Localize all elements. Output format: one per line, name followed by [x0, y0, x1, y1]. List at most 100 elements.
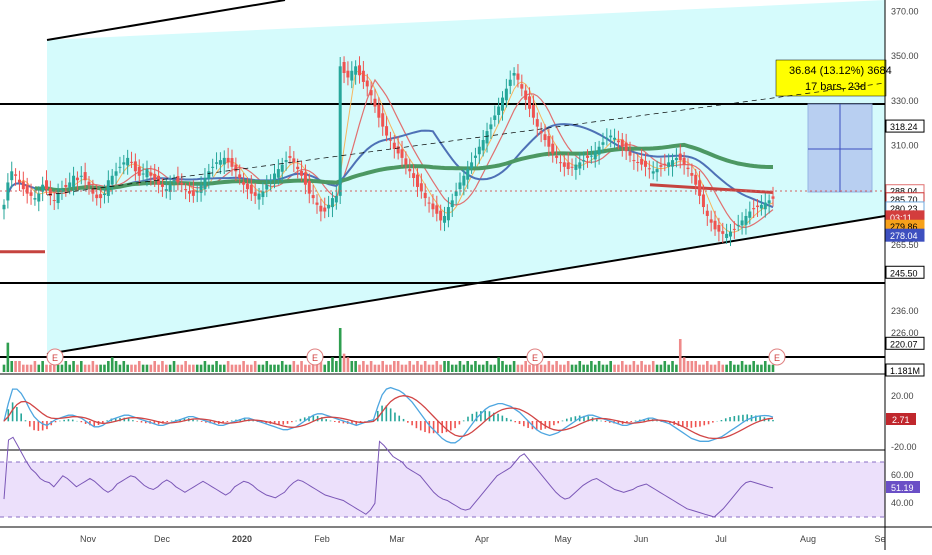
macd-histogram-bar [463, 420, 465, 421]
candle-body [574, 165, 577, 170]
volume-bar [563, 365, 566, 372]
volume-bar [764, 361, 767, 372]
volume-bar [80, 361, 83, 372]
candle-body [462, 176, 465, 186]
candle-body [702, 194, 705, 207]
volume-bar [660, 365, 663, 372]
candle-body [130, 162, 133, 163]
candle-body [389, 140, 392, 141]
macd-histogram-bar [252, 421, 254, 422]
volume-bar [57, 365, 60, 372]
candle-body [648, 168, 651, 169]
volume-bar [447, 361, 450, 372]
volume-bar [586, 365, 589, 372]
volume-bar [293, 361, 296, 372]
candle-body [84, 172, 87, 180]
volume-bar [524, 361, 527, 372]
candle-body [617, 140, 620, 142]
time-tick-label: Se [874, 534, 885, 544]
rsi-value-text: 51.19 [891, 483, 914, 493]
candle-body [656, 169, 659, 172]
candle-body [397, 146, 400, 153]
candle-body [551, 144, 554, 154]
macd-histogram-bar [300, 419, 302, 421]
volume-bar [640, 361, 643, 372]
candle-body [343, 62, 346, 73]
volume-bar [648, 365, 651, 372]
volume-bar [242, 361, 245, 372]
volume-bar [115, 361, 118, 372]
candle-body [68, 182, 71, 187]
time-tick-label: Jun [634, 534, 649, 544]
candle-body [447, 207, 450, 220]
macd-histogram-bar [703, 421, 705, 425]
time-tick-label: Aug [800, 534, 816, 544]
volume-bar [211, 365, 214, 372]
volume-bar [250, 365, 253, 372]
macd-histogram-bar [510, 420, 512, 422]
candle-body [246, 184, 249, 189]
candle-body [613, 138, 616, 140]
candle-body [95, 195, 98, 199]
volume-bar [482, 365, 485, 372]
macd-histogram-bar [734, 416, 736, 421]
candle-body [207, 171, 210, 179]
volume-bar [408, 361, 411, 372]
volume-bar [663, 361, 666, 372]
macd-histogram-bar [699, 421, 701, 427]
volume-bar [130, 365, 133, 372]
volume-bar [258, 365, 261, 372]
macd-histogram-bar [562, 421, 564, 422]
candle-body [327, 205, 330, 209]
macd-histogram-bar [42, 421, 44, 430]
candle-body [435, 205, 438, 213]
volume-bar [92, 361, 95, 372]
volume-bar [470, 365, 473, 372]
candle-body [254, 192, 257, 196]
volume-bar [555, 361, 558, 372]
candle-body [694, 175, 697, 185]
volume-bar [350, 361, 353, 372]
volume-bar [443, 361, 446, 372]
candle-body [644, 161, 647, 167]
macd-histogram-bar [407, 421, 409, 423]
macd-histogram-bar [136, 421, 138, 422]
macd-histogram-bar [63, 420, 65, 421]
volume-bar [389, 365, 392, 372]
candle-body [416, 175, 419, 187]
volume-bar [509, 365, 512, 372]
volume-bar [277, 365, 280, 372]
volume-bar [173, 361, 176, 372]
candle-body [710, 219, 713, 222]
volume-bar [347, 357, 350, 372]
earnings-marker: E [527, 349, 543, 365]
candle-body [319, 206, 322, 212]
measure-label-line1: 36.84 (13.12%) 3684 [789, 65, 892, 77]
macd-histogram-bar [570, 417, 572, 421]
chart-svg[interactable]: 36.84 (13.12%) 3684 17 bars, 23d EEEE 37… [0, 0, 932, 550]
candle-body [292, 158, 295, 162]
candle-body [64, 185, 67, 187]
earnings-marker-label: E [774, 353, 780, 363]
candle-body [640, 159, 643, 165]
volume-bar [41, 361, 44, 372]
volume-bar [420, 365, 423, 372]
volume-bar [486, 361, 489, 372]
macd-histogram-bar [197, 420, 199, 421]
candle-body [37, 194, 40, 202]
candle-body [33, 198, 36, 199]
volume-bar [238, 365, 241, 372]
macd-histogram-bar [25, 420, 27, 421]
candle-body [578, 162, 581, 168]
volume-bar [613, 365, 616, 372]
candle-body [10, 171, 13, 180]
earnings-marker: E [769, 349, 785, 365]
candle-body [493, 115, 496, 120]
candle-body [258, 194, 261, 200]
volume-bar [262, 365, 265, 372]
candle-body [211, 167, 214, 168]
macd-histogram-bar [742, 415, 744, 422]
volume-bar [756, 365, 759, 372]
candle-body [690, 173, 693, 176]
macd-histogram-bar [712, 421, 714, 423]
